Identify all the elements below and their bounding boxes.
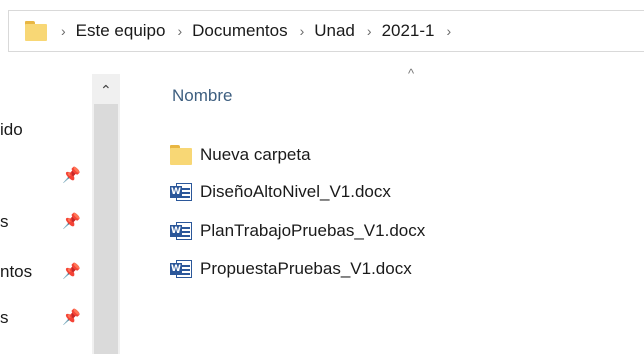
breadcrumb-item-este-equipo[interactable]: Este equipo	[76, 21, 166, 41]
chevron-right-icon[interactable]: ›	[367, 23, 372, 39]
navigation-pane: ido 📌 s 📌 ntos 📌 s 📌	[0, 62, 92, 354]
file-name: DiseñoAltoNivel_V1.docx	[200, 182, 391, 201]
column-header-name[interactable]: Nombre	[172, 86, 232, 106]
nav-item-downloads[interactable]: s	[0, 212, 9, 232]
word-document-icon: W	[170, 259, 192, 279]
breadcrumb-item-unad[interactable]: Unad	[314, 21, 355, 41]
breadcrumb-item-documentos[interactable]: Documentos	[192, 21, 287, 41]
nav-item-quick-access[interactable]: ido	[0, 120, 23, 140]
chevron-right-icon[interactable]: ›	[447, 23, 452, 39]
word-document-icon: W	[170, 182, 192, 202]
folder-icon	[170, 145, 192, 165]
scroll-up-icon[interactable]: ⌃	[100, 82, 112, 99]
scrollbar-thumb[interactable]	[94, 104, 118, 354]
list-item[interactable]: W PlanTrabajoPruebas_V1.docx	[170, 217, 425, 245]
chevron-right-icon[interactable]: ›	[300, 23, 305, 39]
nav-item-documents[interactable]: ntos	[0, 262, 32, 282]
navigation-scrollbar[interactable]: ⌃	[92, 74, 120, 354]
file-name: Nueva carpeta	[200, 145, 311, 164]
pin-icon[interactable]: 📌	[62, 262, 81, 280]
list-item[interactable]: W PropuestaPruebas_V1.docx	[170, 255, 412, 283]
folder-icon	[25, 21, 47, 41]
pin-icon[interactable]: 📌	[62, 212, 81, 230]
word-document-icon: W	[170, 221, 192, 241]
breadcrumb[interactable]: › Este equipo › Documentos › Unad › 2021…	[8, 10, 644, 52]
breadcrumb-item-2021-1[interactable]: 2021-1	[382, 21, 435, 41]
list-item[interactable]: Nueva carpeta	[170, 141, 311, 169]
pin-icon[interactable]: 📌	[62, 166, 81, 184]
sort-ascending-icon[interactable]: ^	[408, 66, 414, 81]
address-bar[interactable]: › Este equipo › Documentos › Unad › 2021…	[0, 0, 644, 62]
chevron-right-icon[interactable]: ›	[177, 23, 182, 39]
file-list: ^ Nombre Nueva carpeta W DiseñoAltoNivel…	[120, 62, 644, 354]
file-name: PropuestaPruebas_V1.docx	[200, 259, 412, 278]
list-item[interactable]: W DiseñoAltoNivel_V1.docx	[170, 178, 391, 206]
pin-icon[interactable]: 📌	[62, 308, 81, 326]
file-name: PlanTrabajoPruebas_V1.docx	[200, 221, 426, 240]
nav-item-pictures[interactable]: s	[0, 308, 9, 328]
chevron-right-icon[interactable]: ›	[61, 23, 66, 39]
